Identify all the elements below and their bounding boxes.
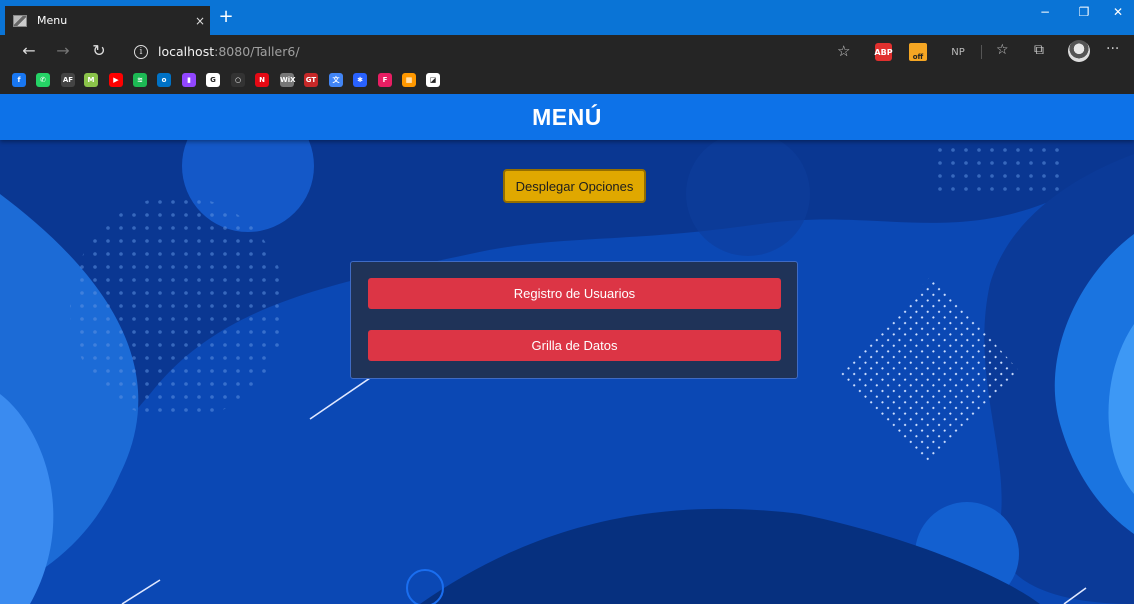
- minimize-button[interactable]: −: [1031, 3, 1059, 23]
- page-title: MENÚ: [532, 104, 602, 130]
- off-extension-icon[interactable]: off: [909, 43, 927, 61]
- url-path: :8080/Taller6/: [214, 44, 300, 59]
- favorites-list-icon[interactable]: ☆: [996, 42, 1009, 58]
- address-bar[interactable]: i localhost:8080/Taller6/: [134, 39, 864, 64]
- devtools-icon[interactable]: ✱: [353, 73, 367, 87]
- user-registration-button[interactable]: Registro de Usuarios: [368, 278, 781, 309]
- refresh-icon[interactable]: ↻: [88, 41, 110, 63]
- new-tab-button[interactable]: +: [214, 6, 238, 30]
- tab-title: Menu: [37, 14, 68, 27]
- browser-tab[interactable]: Menu ×: [5, 6, 210, 35]
- af-icon[interactable]: AF: [61, 73, 75, 87]
- m-icon[interactable]: M: [84, 73, 98, 87]
- restore-button[interactable]: ❐: [1070, 3, 1098, 23]
- bookmarks-bar: f ✆ AF M ▶ ≋ o ▮ G ○ N WiX GT 文 ✱ F ▦ ◪: [0, 68, 1134, 94]
- whatsapp-icon[interactable]: ✆: [36, 73, 50, 87]
- github-icon[interactable]: ○: [231, 73, 245, 87]
- facebook-icon[interactable]: f: [12, 73, 26, 87]
- data-grid-button[interactable]: Grilla de Datos: [368, 330, 781, 361]
- toggle-options-button[interactable]: Desplegar Opciones: [503, 169, 646, 203]
- more-options-icon[interactable]: ···: [1106, 41, 1119, 57]
- info-icon[interactable]: i: [134, 44, 148, 59]
- youtube-icon[interactable]: ▶: [109, 73, 123, 87]
- apps-icon[interactable]: ▦: [402, 73, 416, 87]
- adblock-plus-icon[interactable]: ABP: [874, 43, 893, 61]
- outlook-icon[interactable]: o: [157, 73, 171, 87]
- photo-icon[interactable]: ◪: [426, 73, 440, 87]
- close-tab-icon[interactable]: ×: [190, 14, 210, 28]
- spotify-icon[interactable]: ≋: [133, 73, 147, 87]
- forward-icon[interactable]: →: [52, 41, 74, 63]
- toolbar-divider: [981, 45, 982, 59]
- profile-avatar-icon[interactable]: [1068, 40, 1090, 62]
- back-icon[interactable]: ←: [18, 41, 40, 63]
- f-icon[interactable]: F: [378, 73, 392, 87]
- gt-icon[interactable]: GT: [304, 73, 318, 87]
- favorite-star-icon[interactable]: ☆: [837, 42, 850, 60]
- twitch-icon[interactable]: ▮: [182, 73, 196, 87]
- google-icon[interactable]: G: [206, 73, 220, 87]
- translate-icon[interactable]: 文: [329, 73, 343, 87]
- address-toolbar: ← → ↻ i localhost:8080/Taller6/ ☆ ABP of…: [0, 35, 1134, 68]
- page-favicon-icon: [13, 14, 27, 27]
- url-host: localhost: [158, 44, 215, 59]
- close-window-button[interactable]: ✕: [1104, 3, 1132, 23]
- page-viewport: MENÚ Desplegar Opciones Registro de Usua…: [0, 94, 1134, 604]
- tab-strip: Menu × + − ❐ ✕: [0, 0, 1134, 35]
- wix-icon[interactable]: WiX: [280, 73, 296, 87]
- netflix-icon[interactable]: N: [255, 73, 269, 87]
- collections-icon[interactable]: ⧉: [1034, 42, 1044, 58]
- options-panel: Registro de Usuarios Grilla de Datos: [350, 261, 798, 379]
- np-extension-icon[interactable]: NP: [948, 43, 968, 61]
